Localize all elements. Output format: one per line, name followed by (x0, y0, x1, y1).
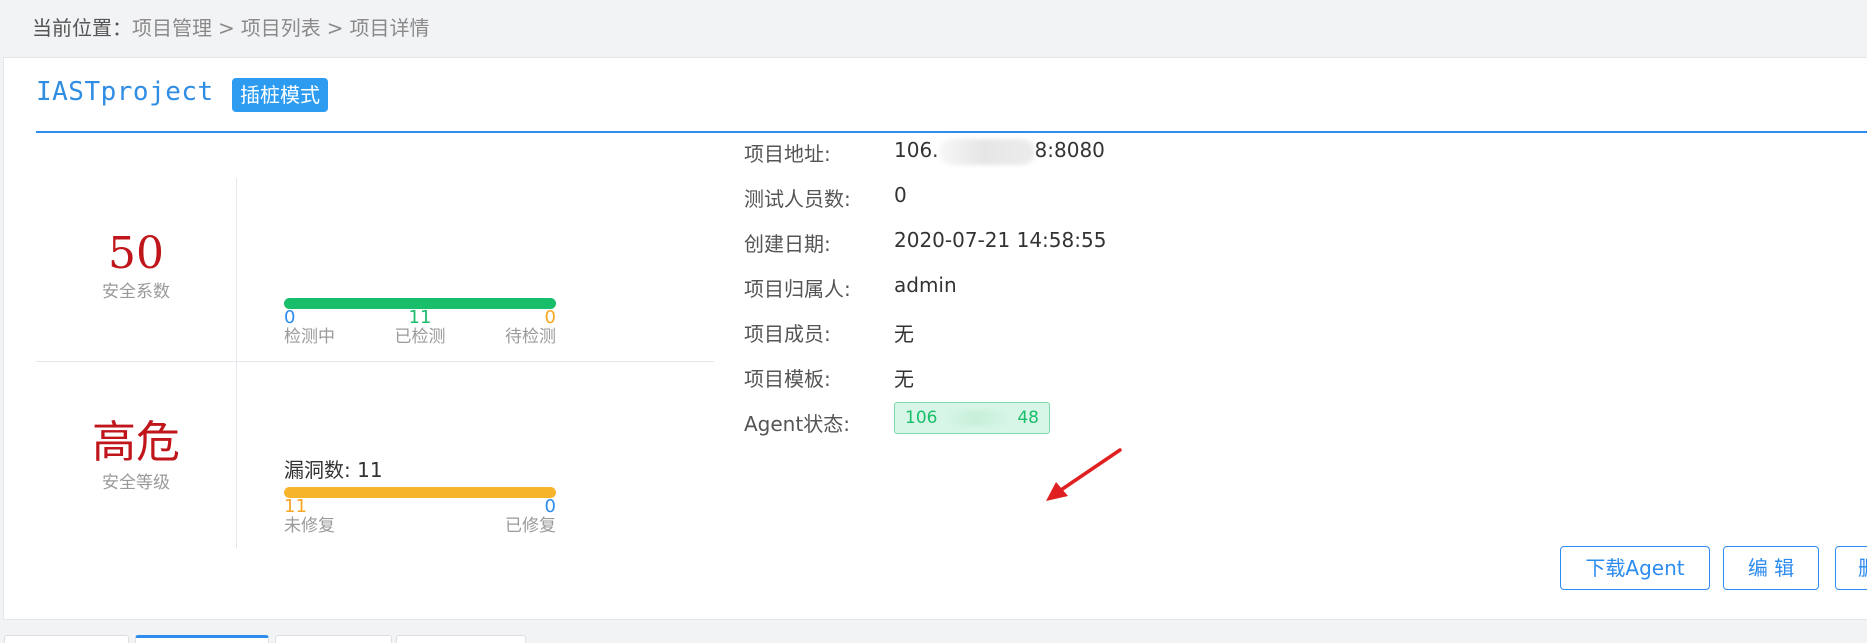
project-detail-card: IASTproject 插桩模式 50 安全系数 0 11 0 检测中 已检测 … (3, 57, 1867, 620)
address-key: 项目地址: (744, 142, 831, 166)
red-arrow-annotation (1046, 448, 1122, 501)
agent-status-tag[interactable]: 106 48 (894, 402, 1050, 434)
breadcrumb-item-project-management[interactable]: 项目管理 (132, 16, 212, 40)
detected-count: 11 (408, 307, 432, 328)
testers-key: 测试人员数: (744, 187, 851, 211)
title-divider (36, 131, 1867, 133)
vulnerability-progress-bar (284, 487, 556, 498)
breadcrumb-separator: > (218, 16, 235, 40)
agent-prefix: 106 (905, 408, 938, 428)
members-value: 无 (894, 322, 914, 346)
project-title: IASTproject (36, 77, 214, 107)
vulnerability-count: 漏洞数: 11 (284, 458, 383, 482)
fixed-count: 0 (544, 496, 556, 517)
detected-label: 已检测 (394, 327, 446, 347)
address-prefix: 106. (894, 138, 939, 162)
breadcrumb-item-project-detail: 项目详情 (349, 16, 430, 40)
download-agent-button[interactable]: 下载Agent (1560, 546, 1710, 590)
redacted-blur (938, 138, 1035, 165)
tab[interactable] (275, 635, 392, 643)
security-level: 高危 安全等级 (36, 406, 236, 493)
breadcrumb-separator: > (326, 16, 344, 40)
breadcrumb: 当前位置：项目管理 > 项目列表 > 项目详情 (32, 12, 430, 41)
tab-active[interactable] (135, 635, 269, 643)
stats-panel: 50 安全系数 0 11 0 检测中 已检测 待检测 高危 安全等级 漏洞数: … (36, 178, 714, 548)
owner-value: admin (894, 273, 957, 297)
security-level-label: 安全等级 (102, 473, 170, 493)
address-suffix: 8:8080 (1034, 138, 1105, 162)
owner-key: 项目归属人: (744, 277, 851, 301)
in-progress-count: 0 (284, 307, 296, 328)
testers-value: 0 (894, 183, 907, 207)
pending-count: 0 (544, 307, 556, 328)
tab-bar (0, 632, 1867, 643)
stats-vertical-divider (236, 178, 237, 548)
pending-label: 待检测 (505, 327, 556, 347)
unfixed-label: 未修复 (284, 516, 335, 536)
tab[interactable] (396, 635, 526, 643)
created-value: 2020-07-21 14:58:55 (894, 228, 1107, 252)
mode-badge: 插桩模式 (232, 78, 328, 112)
template-value: 无 (894, 367, 914, 391)
security-level-value: 高危 (92, 417, 180, 468)
edit-button[interactable]: 编 辑 (1723, 546, 1819, 590)
vulnerability-progress: 漏洞数: 11 11 0 未修复 已修复 (284, 454, 556, 536)
agent-suffix: 48 (1017, 408, 1039, 428)
redacted-blur (941, 410, 1014, 426)
in-progress-label: 检测中 (284, 327, 335, 347)
fixed-label: 已修复 (505, 516, 556, 536)
security-score-label: 安全系数 (102, 282, 170, 302)
tab[interactable] (4, 635, 129, 643)
members-key: 项目成员: (744, 322, 831, 346)
breadcrumb-item-project-list[interactable]: 项目列表 (241, 16, 321, 40)
unfixed-count: 11 (284, 496, 307, 517)
delete-button[interactable]: 删 (1835, 546, 1867, 590)
breadcrumb-prefix: 当前位置： (32, 16, 132, 40)
detection-progress: 0 11 0 检测中 已检测 待检测 (284, 298, 556, 347)
security-score: 50 安全系数 (36, 228, 236, 302)
created-key: 创建日期: (744, 232, 831, 256)
security-score-value: 50 (108, 228, 164, 279)
template-key: 项目模板: (744, 367, 831, 391)
address-value: 106. 8:8080 (894, 138, 1105, 165)
agent-status-key: Agent状态: (744, 412, 850, 436)
stats-horizontal-divider (36, 361, 714, 362)
